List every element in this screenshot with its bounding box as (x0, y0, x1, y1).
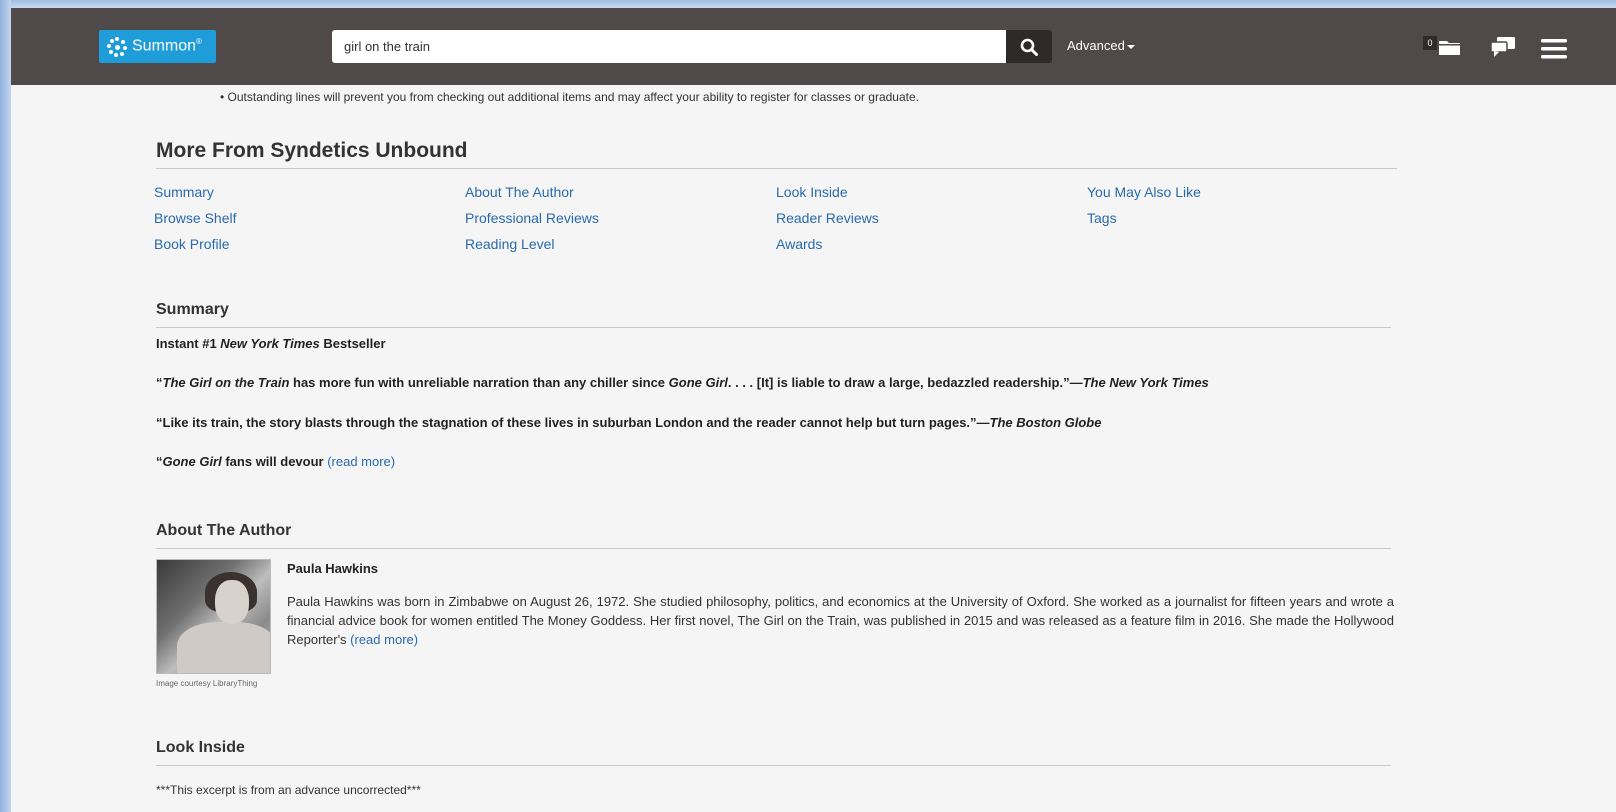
section-divider (156, 327, 1391, 328)
folder-count-badge: 0 (1423, 36, 1437, 50)
search-input[interactable] (332, 30, 1006, 63)
link-look-inside[interactable]: Look Inside (776, 184, 879, 210)
top-header: Summon® Advanced 0 (11, 8, 1616, 85)
link-tags[interactable]: Tags (1087, 210, 1201, 236)
advanced-label: Advanced (1067, 38, 1125, 53)
photo-credit: Image courtesy LibraryThing (156, 679, 258, 688)
summary-quote-3: “Gone Girl fans will devour (read more) (156, 454, 396, 469)
desktop-frame-left (0, 0, 11, 812)
more-from-syndetics-title: More From Syndetics Unbound (156, 139, 468, 162)
link-summary[interactable]: Summary (154, 184, 236, 210)
summary-title: Summary (156, 301, 229, 318)
search-button[interactable] (1006, 30, 1052, 63)
advanced-search-toggle[interactable]: Advanced (1067, 38, 1135, 53)
page: Summon® Advanced 0 • Outstanding l (11, 8, 1616, 812)
search-icon (1020, 38, 1038, 56)
look-inside-title: Look Inside (156, 739, 245, 756)
link-browse-shelf[interactable]: Browse Shelf (154, 210, 236, 236)
section-divider (156, 168, 1397, 169)
summary-line-1: Instant #1 New York Times Bestseller (156, 336, 386, 351)
link-book-profile[interactable]: Book Profile (154, 236, 236, 262)
link-about-the-author[interactable]: About The Author (465, 184, 599, 210)
about-author-title: About The Author (156, 522, 292, 539)
summon-logo[interactable]: Summon® (99, 30, 216, 63)
outstanding-lines-notice: • Outstanding lines will prevent you fro… (220, 90, 919, 104)
link-reader-reviews[interactable]: Reader Reviews (776, 210, 879, 236)
excerpt-text: ***This excerpt is from an advance uncor… (156, 783, 421, 797)
summary-quote-2: “Like its train, the story blasts throug… (156, 415, 1102, 430)
author-bio: Paula Hawkins was born in Zimbabwe on Au… (287, 594, 1394, 647)
section-divider (156, 548, 1391, 549)
link-awards[interactable]: Awards (776, 236, 879, 262)
summary-quote-1: “The Girl on the Train has more fun with… (156, 375, 1209, 390)
desktop-frame-top (0, 0, 1616, 8)
author-name: Paula Hawkins (287, 561, 379, 576)
link-professional-reviews[interactable]: Professional Reviews (465, 210, 599, 236)
summon-logo-text: Summon® (132, 37, 202, 55)
summary-read-more-link[interactable]: (read more) (327, 454, 395, 469)
folder-icon[interactable] (1438, 38, 1462, 56)
author-photo (156, 559, 271, 674)
link-you-may-also-like[interactable]: You May Also Like (1087, 184, 1201, 210)
author-read-more-link[interactable]: (read more) (350, 632, 418, 647)
menu-icon[interactable] (1541, 39, 1567, 59)
chat-icon[interactable] (1489, 36, 1517, 58)
link-reading-level[interactable]: Reading Level (465, 236, 599, 262)
section-divider (156, 765, 1391, 766)
caret-down-icon (1126, 44, 1135, 49)
summon-logo-icon (107, 36, 127, 57)
